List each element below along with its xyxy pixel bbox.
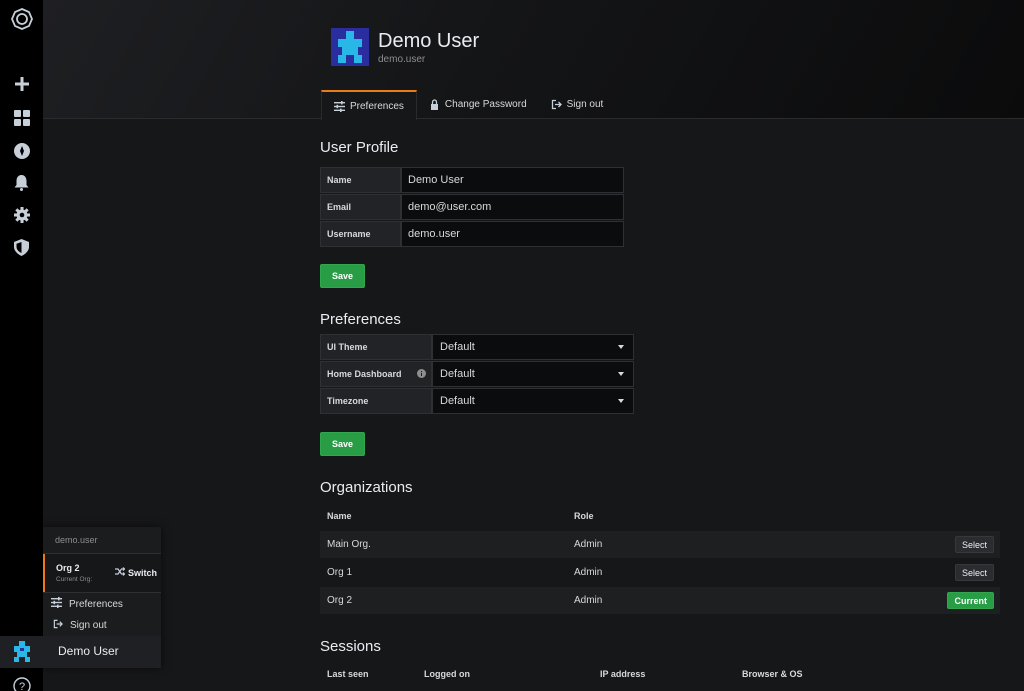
bell-icon[interactable] <box>8 169 35 196</box>
username-field-row: Username <box>320 221 624 247</box>
menu-item-sign-out[interactable]: Sign out <box>53 619 107 632</box>
compass-icon[interactable] <box>8 137 35 164</box>
home-dashboard-label: Home Dashboard <box>320 361 432 387</box>
tab-preferences[interactable]: Preferences <box>321 90 417 120</box>
org-switcher: Org 2 Current Org: Switch <box>43 554 161 592</box>
select-org-button[interactable]: Select <box>954 536 994 553</box>
table-row: Org 2 Admin Current <box>320 587 1000 614</box>
shuffle-icon <box>115 567 126 578</box>
ui-theme-select[interactable]: Default <box>432 334 634 360</box>
session-column-logged-on: Logged on <box>424 669 470 679</box>
org-name: Org 2 <box>327 595 353 606</box>
name-field-row: Name <box>320 167 624 193</box>
org-name: Org 1 <box>327 567 353 578</box>
session-column-ip-address: IP address <box>600 669 646 679</box>
table-row: Main Org. Admin Select <box>320 531 1000 558</box>
email-field-label: Email <box>320 194 401 220</box>
home-dashboard-value: Default <box>440 368 475 380</box>
timezone-label: Timezone <box>320 388 432 414</box>
tab-label: Change Password <box>444 99 527 110</box>
timezone-value: Default <box>440 395 475 407</box>
name-field[interactable] <box>401 167 624 193</box>
session-column-browser-os: Browser & OS <box>742 669 803 679</box>
profile-menu-login: demo.user <box>55 535 98 545</box>
section-title-sessions: Sessions <box>320 638 381 655</box>
avatar <box>331 28 369 66</box>
email-field[interactable] <box>401 194 624 220</box>
gear-icon[interactable] <box>8 201 35 228</box>
chevron-down-icon <box>618 372 624 376</box>
page-subtitle: demo.user <box>378 54 426 65</box>
current-org-name: Org 2 <box>56 563 80 573</box>
divider <box>43 592 161 593</box>
profile-avatar-button[interactable] <box>0 636 43 668</box>
avatar <box>13 641 30 662</box>
org-column-role: Role <box>574 511 594 521</box>
sign-out-icon <box>551 99 562 110</box>
sign-out-icon <box>53 619 63 632</box>
menu-item-preferences[interactable]: Preferences <box>51 597 123 611</box>
profile-menu-user: Demo User <box>58 644 119 658</box>
tab-change-password[interactable]: Change Password <box>417 90 539 119</box>
org-role: Admin <box>574 567 603 578</box>
shield-icon[interactable] <box>8 234 35 261</box>
page-title: Demo User <box>378 30 480 52</box>
timezone-row: Timezone Default <box>320 388 634 414</box>
current-org-badge: Current <box>947 592 994 609</box>
profile-save-button[interactable]: Save <box>320 264 365 288</box>
timezone-select[interactable]: Default <box>432 388 634 414</box>
home-dashboard-select[interactable]: Default <box>432 361 634 387</box>
tab-label: Preferences <box>350 100 404 112</box>
tab-label: Sign out <box>566 99 604 110</box>
tab-sign-out[interactable]: Sign out <box>539 90 616 119</box>
ui-theme-value: Default <box>440 341 475 353</box>
profile-menu-header: Demo User <box>43 636 161 668</box>
lock-icon <box>429 99 440 110</box>
preferences-save-button[interactable]: Save <box>320 432 365 456</box>
select-org-button[interactable]: Select <box>954 564 994 581</box>
home-dashboard-row: Home Dashboard Default <box>320 361 634 387</box>
section-title-user-profile: User Profile <box>320 139 399 156</box>
apps-icon[interactable] <box>8 104 35 131</box>
logo-icon[interactable] <box>8 5 35 32</box>
username-field-label: Username <box>320 221 401 247</box>
sliders-icon <box>334 100 345 112</box>
ui-theme-row: UI Theme Default <box>320 334 634 360</box>
sidebar: ? <box>0 0 43 691</box>
org-role: Admin <box>574 539 603 550</box>
section-title-organizations: Organizations <box>320 479 413 496</box>
name-field-label: Name <box>320 167 401 193</box>
switch-org-button[interactable]: Switch <box>115 567 157 578</box>
home-dashboard-label-text: Home Dashboard <box>327 369 402 379</box>
org-name: Main Org. <box>327 539 371 550</box>
email-field-row: Email <box>320 194 624 220</box>
switch-label: Switch <box>128 567 158 578</box>
menu-item-label: Preferences <box>69 598 123 610</box>
question-icon[interactable]: ? <box>8 672 35 691</box>
current-org-caption: Current Org: <box>56 576 93 583</box>
ui-theme-label: UI Theme <box>320 334 432 360</box>
chevron-down-icon <box>618 399 624 403</box>
page-header: Demo User demo.user Preferences Change P… <box>43 0 1024 120</box>
sliders-icon <box>51 597 62 611</box>
profile-menu: demo.user Org 2 Current Org: Switch Pref… <box>43 527 161 668</box>
username-field[interactable] <box>401 221 624 247</box>
tab-bar: Preferences Change Password Sign out <box>321 90 616 120</box>
table-row: Org 1 Admin Select <box>320 559 1000 586</box>
org-role: Admin <box>574 595 603 606</box>
menu-item-label: Sign out <box>70 620 107 631</box>
plus-icon[interactable] <box>8 70 35 97</box>
org-column-name: Name <box>327 511 352 521</box>
info-icon[interactable] <box>417 368 426 380</box>
session-column-last-seen: Last seen <box>327 669 369 679</box>
chevron-down-icon <box>618 345 624 349</box>
section-title-preferences: Preferences <box>320 311 401 328</box>
svg-text:?: ? <box>18 681 24 691</box>
